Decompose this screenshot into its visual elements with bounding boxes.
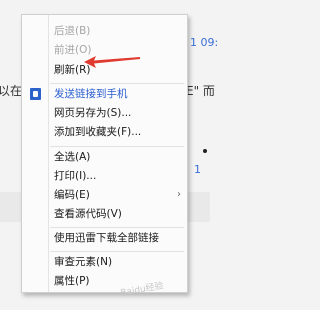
menu-item-label: 编码(E) xyxy=(54,189,90,201)
menu-item-label: 后退(B) xyxy=(54,25,91,37)
annotation-arrow-icon xyxy=(84,56,140,68)
menu-item-label: 发送链接到手机 xyxy=(54,88,128,100)
page-text-fragment-right: E" 而 xyxy=(186,84,215,98)
menu-item-label: 查看源代码(V) xyxy=(54,208,122,220)
bullet-dot xyxy=(203,149,207,153)
menu-item-label: 全选(A) xyxy=(54,151,91,163)
menu-item-label: 使用迅雷下载全部链接 xyxy=(54,232,159,244)
menu-separator xyxy=(50,146,184,147)
menu-item-back[interactable]: 后退(B) xyxy=(22,22,187,40)
menu-item-label: 审查元素(N) xyxy=(54,256,113,268)
menu-item-label: 添加到收藏夹(F)... xyxy=(54,126,142,138)
menu-item-label: 网页另存为(S)... xyxy=(54,107,132,119)
menu-separator xyxy=(50,227,184,228)
menu-item-select-all[interactable]: 全选(A) xyxy=(22,148,187,166)
timestamp-fragment: 1 09: xyxy=(190,36,219,49)
menu-item-send-to-phone[interactable]: 发送链接到手机 xyxy=(22,85,187,103)
page-number-fragment: 1 xyxy=(194,163,201,176)
menu-item-inspect-element[interactable]: 审查元素(N) xyxy=(22,253,187,271)
menu-item-save-page-as[interactable]: 网页另存为(S)... xyxy=(22,104,187,122)
menu-item-label: 打印(I)... xyxy=(54,170,97,182)
menu-item-view-source[interactable]: 查看源代码(V) xyxy=(22,205,187,223)
menu-item-encoding[interactable]: 编码(E) › xyxy=(22,186,187,204)
menu-separator xyxy=(50,83,184,84)
menu-item-thunder-download-all[interactable]: 使用迅雷下载全部链接 xyxy=(22,229,187,247)
submenu-arrow-icon: › xyxy=(177,189,181,200)
send-to-phone-icon xyxy=(30,88,41,100)
menu-item-add-to-favorites[interactable]: 添加到收藏夹(F)... xyxy=(22,123,187,141)
menu-separator xyxy=(50,251,184,252)
menu-item-print[interactable]: 打印(I)... xyxy=(22,167,187,185)
menu-item-label: 属性(P) xyxy=(54,275,90,287)
